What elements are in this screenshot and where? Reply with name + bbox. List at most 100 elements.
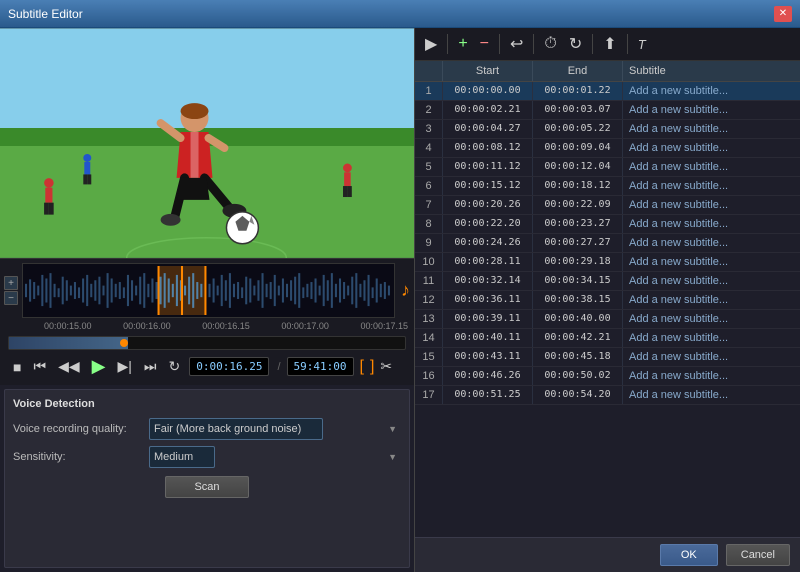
table-row[interactable]: 8 00:00:22.20 00:00:23.27 Add a new subt… — [415, 215, 800, 234]
table-row[interactable]: 15 00:00:43.11 00:00:45.18 Add a new sub… — [415, 348, 800, 367]
row-num: 2 — [415, 101, 443, 119]
table-row[interactable]: 14 00:00:40.11 00:00:42.21 Add a new sub… — [415, 329, 800, 348]
col-start: Start — [443, 61, 533, 81]
table-row[interactable]: 2 00:00:02.21 00:00:03.07 Add a new subt… — [415, 101, 800, 120]
row-subtitle[interactable]: Add a new subtitle... — [623, 120, 800, 138]
rewind-button[interactable]: ◀◀ — [55, 357, 83, 376]
bottom-bar: OK Cancel — [415, 537, 800, 572]
table-row[interactable]: 13 00:00:39.11 00:00:40.00 Add a new sub… — [415, 310, 800, 329]
row-end: 00:00:38.15 — [533, 291, 623, 309]
toolbar-remove-button[interactable]: − — [476, 33, 493, 55]
mini-timeline[interactable] — [8, 336, 406, 350]
table-row[interactable]: 17 00:00:51.25 00:00:54.20 Add a new sub… — [415, 386, 800, 405]
duration-sep: / — [277, 361, 280, 373]
row-subtitle[interactable]: Add a new subtitle... — [623, 348, 800, 366]
row-subtitle[interactable]: Add a new subtitle... — [623, 367, 800, 385]
table-row[interactable]: 16 00:00:46.26 00:00:50.02 Add a new sub… — [415, 367, 800, 386]
left-panel: + − — [0, 28, 415, 572]
table-row[interactable]: 9 00:00:24.26 00:00:27.27 Add a new subt… — [415, 234, 800, 253]
row-subtitle[interactable]: Add a new subtitle... — [623, 158, 800, 176]
row-subtitle[interactable]: Add a new subtitle... — [623, 196, 800, 214]
table-body[interactable]: 1 00:00:00.00 00:00:01.22 Add a new subt… — [415, 82, 800, 537]
time-ruler-marks: 00:00:15.00 00:00:16.00 00:00:16.15 00:0… — [42, 321, 410, 331]
duration-display: 59:41:00 — [287, 357, 354, 376]
bracket-left-button[interactable]: [ — [360, 358, 364, 376]
row-subtitle[interactable]: Add a new subtitle... — [623, 215, 800, 233]
row-subtitle[interactable]: Add a new subtitle... — [623, 253, 800, 271]
row-subtitle[interactable]: Add a new subtitle... — [623, 272, 800, 290]
toolbar-separator-2 — [499, 34, 500, 54]
ok-button[interactable]: OK — [660, 544, 718, 566]
toolbar-return-button[interactable]: ↩ — [506, 32, 527, 56]
row-end: 00:00:50.02 — [533, 367, 623, 385]
table-row[interactable]: 7 00:00:20.26 00:00:22.09 Add a new subt… — [415, 196, 800, 215]
row-num: 6 — [415, 177, 443, 195]
row-subtitle[interactable]: Add a new subtitle... — [623, 234, 800, 252]
cancel-button[interactable]: Cancel — [726, 544, 790, 566]
table-row[interactable]: 3 00:00:04.27 00:00:05.22 Add a new subt… — [415, 120, 800, 139]
row-num: 13 — [415, 310, 443, 328]
table-row[interactable]: 4 00:00:08.12 00:00:09.04 Add a new subt… — [415, 139, 800, 158]
row-end: 00:00:12.04 — [533, 158, 623, 176]
audio-icon: ♪ — [401, 280, 410, 301]
toolbar-clock-button[interactable]: ⏱ — [540, 33, 560, 55]
table-row[interactable]: 1 00:00:00.00 00:00:01.22 Add a new subt… — [415, 82, 800, 101]
toolbar-text-button[interactable]: T — [634, 35, 650, 54]
loop-button[interactable]: ↻ — [165, 357, 183, 376]
table-row[interactable]: 12 00:00:36.11 00:00:38.15 Add a new sub… — [415, 291, 800, 310]
table-row[interactable]: 6 00:00:15.12 00:00:18.12 Add a new subt… — [415, 177, 800, 196]
waveform-container[interactable] — [22, 263, 395, 318]
waveform-bars — [23, 264, 394, 317]
zoom-in-button[interactable]: + — [4, 276, 18, 290]
row-subtitle[interactable]: Add a new subtitle... — [623, 177, 800, 195]
zoom-controls: + − — [4, 276, 18, 305]
row-end: 00:00:03.07 — [533, 101, 623, 119]
quality-select[interactable]: Low Fair (More back ground noise) Good H… — [149, 418, 323, 440]
next-button[interactable]: ⏭ — [141, 357, 160, 376]
step-forward-button[interactable]: ▶| — [114, 357, 134, 376]
table-row[interactable]: 5 00:00:11.12 00:00:12.04 Add a new subt… — [415, 158, 800, 177]
sensitivity-select-wrapper: Low Medium High — [149, 446, 401, 468]
sensitivity-label: Sensitivity: — [13, 451, 143, 463]
row-num: 1 — [415, 82, 443, 100]
toolbar-play-button[interactable]: ▶ — [421, 32, 441, 56]
toolbar-export-button[interactable]: ⬆ — [599, 32, 620, 56]
mini-timeline-playhead — [120, 339, 128, 347]
voice-detection-panel: Voice Detection Voice recording quality:… — [4, 389, 410, 568]
table-row[interactable]: 11 00:00:32.14 00:00:34.15 Add a new sub… — [415, 272, 800, 291]
zoom-out-button[interactable]: − — [4, 291, 18, 305]
close-button[interactable]: ✕ — [774, 6, 792, 22]
table-row[interactable]: 10 00:00:28.11 00:00:29.18 Add a new sub… — [415, 253, 800, 272]
toolbar-separator-3 — [533, 34, 534, 54]
scan-button[interactable]: Scan — [165, 476, 248, 498]
stop-button[interactable]: ■ — [10, 358, 24, 376]
play-button[interactable]: ▶ — [89, 355, 109, 378]
toolbar-refresh-button[interactable]: ↻ — [565, 32, 586, 56]
row-start: 00:00:02.21 — [443, 101, 533, 119]
sensitivity-select[interactable]: Low Medium High — [149, 446, 215, 468]
row-subtitle[interactable]: Add a new subtitle... — [623, 291, 800, 309]
row-subtitle[interactable]: Add a new subtitle... — [623, 82, 800, 100]
row-num: 11 — [415, 272, 443, 290]
toolbar-add-button[interactable]: + — [454, 33, 471, 55]
row-subtitle[interactable]: Add a new subtitle... — [623, 386, 800, 404]
row-subtitle[interactable]: Add a new subtitle... — [623, 310, 800, 328]
voice-detection-title: Voice Detection — [13, 398, 401, 410]
row-start: 00:00:39.11 — [443, 310, 533, 328]
quality-label: Voice recording quality: — [13, 423, 143, 435]
quality-select-wrapper: Low Fair (More back ground noise) Good H… — [149, 418, 401, 440]
row-start: 00:00:36.11 — [443, 291, 533, 309]
row-subtitle[interactable]: Add a new subtitle... — [623, 329, 800, 347]
bracket-right-button[interactable]: ] — [370, 358, 374, 376]
row-subtitle[interactable]: Add a new subtitle... — [623, 101, 800, 119]
row-num: 16 — [415, 367, 443, 385]
row-end: 00:00:27.27 — [533, 234, 623, 252]
time-ruler: 00:00:15.00 00:00:16.00 00:00:16.15 00:0… — [4, 318, 410, 334]
row-subtitle[interactable]: Add a new subtitle... — [623, 139, 800, 157]
row-start: 00:00:20.26 — [443, 196, 533, 214]
main-content: + − — [0, 28, 800, 572]
row-start: 00:00:51.25 — [443, 386, 533, 404]
row-end: 00:00:42.21 — [533, 329, 623, 347]
prev-button[interactable]: ⏮ — [30, 357, 49, 376]
scissors-button[interactable]: ✂ — [380, 358, 392, 375]
